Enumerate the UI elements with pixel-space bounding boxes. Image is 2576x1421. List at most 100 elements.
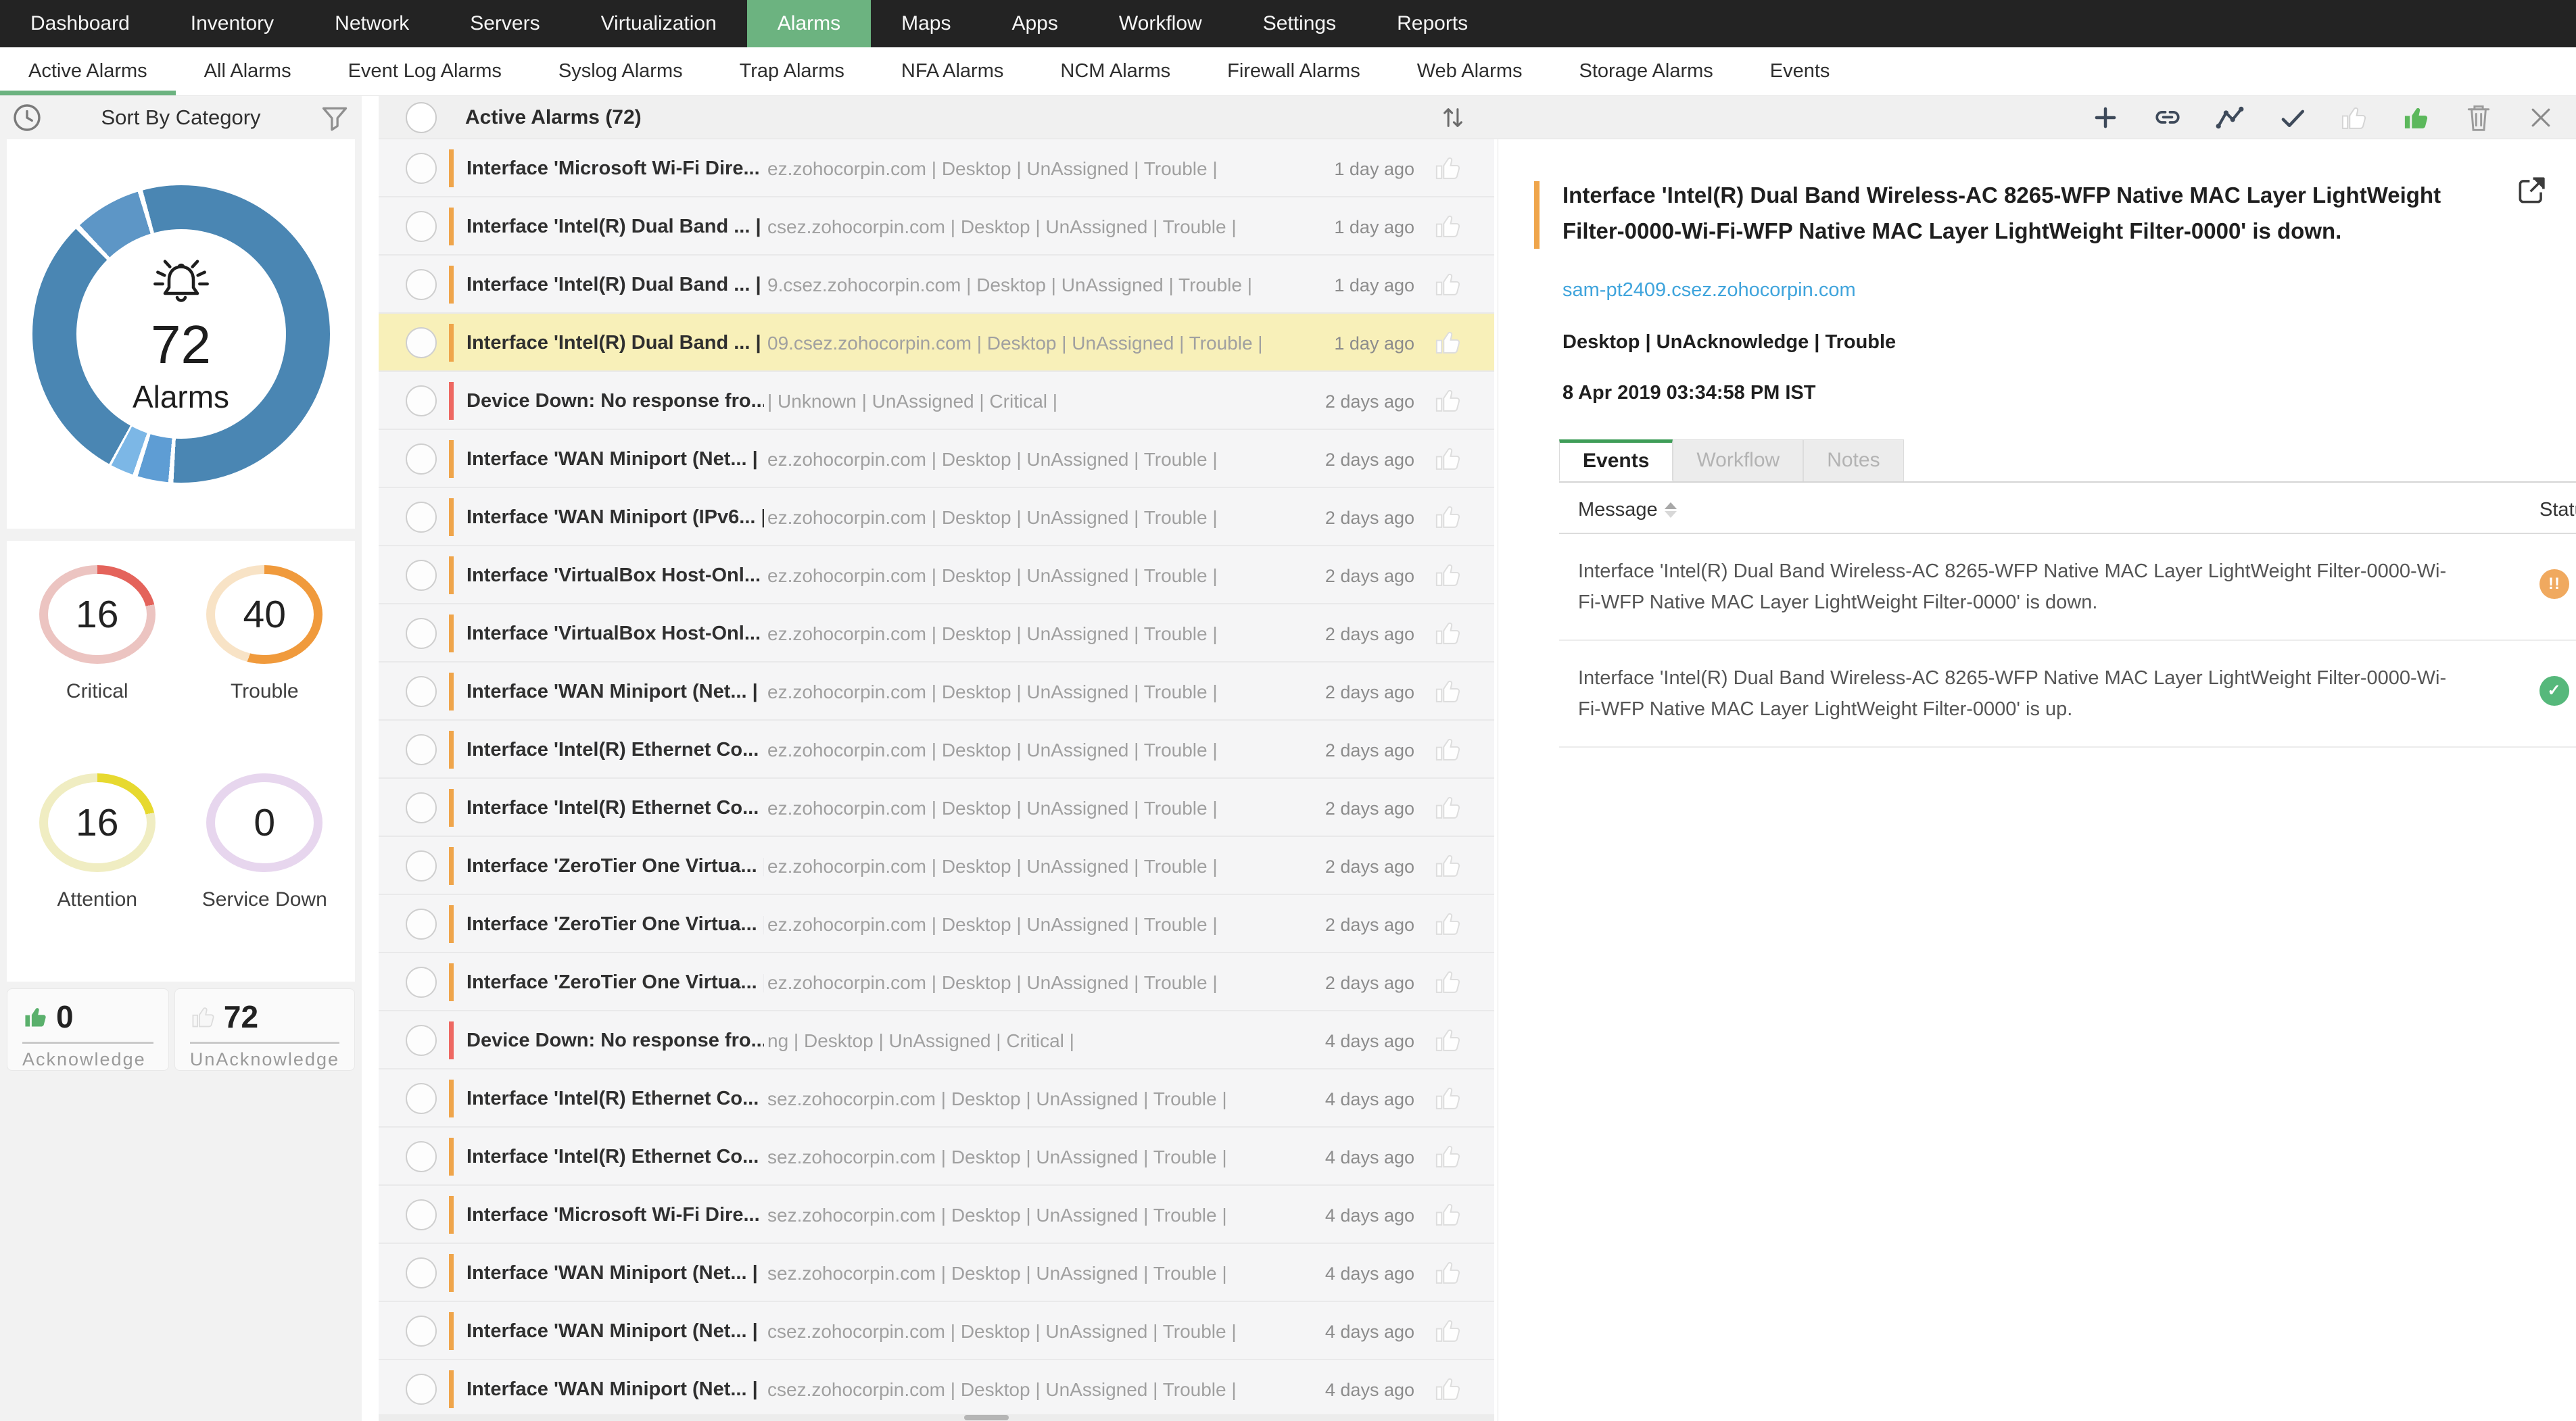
subnav-item[interactable]: Event Log Alarms xyxy=(320,47,530,95)
row-checkbox[interactable] xyxy=(406,327,437,358)
row-thumbs-up-icon[interactable] xyxy=(1433,909,1463,938)
top-nav-item[interactable]: Inventory xyxy=(160,0,304,47)
row-checkbox[interactable] xyxy=(406,153,437,184)
row-checkbox[interactable] xyxy=(406,1257,437,1288)
horizontal-scrollbar-thumb[interactable] xyxy=(964,1415,1009,1420)
row-thumbs-up-icon[interactable] xyxy=(1433,850,1463,880)
row-thumbs-up-icon[interactable] xyxy=(1433,1083,1463,1113)
row-thumbs-up-icon[interactable] xyxy=(1433,560,1463,589)
alarm-row[interactable]: Interface 'VirtualBox Host-Onl... | ez.z… xyxy=(379,546,1494,604)
subnav-item[interactable]: Active Alarms xyxy=(0,47,176,95)
top-nav-item[interactable]: Virtualization xyxy=(571,0,747,47)
subnav-item[interactable]: Events xyxy=(1742,47,1859,95)
row-thumbs-up-icon[interactable] xyxy=(1433,153,1463,183)
link-icon[interactable] xyxy=(2151,101,2184,134)
row-checkbox[interactable] xyxy=(406,618,437,649)
row-checkbox[interactable] xyxy=(406,850,437,882)
alarm-row[interactable]: Interface 'Microsoft Wi-Fi Dire... | sez… xyxy=(379,1186,1494,1244)
row-thumbs-up-icon[interactable] xyxy=(1433,502,1463,531)
alarm-row[interactable]: Interface 'Intel(R) Ethernet Co... | sez… xyxy=(379,1128,1494,1186)
row-checkbox[interactable] xyxy=(406,211,437,242)
row-checkbox[interactable] xyxy=(406,909,437,940)
alarm-row[interactable]: Interface 'Intel(R) Dual Band ... | csez… xyxy=(379,197,1494,256)
top-nav-item[interactable]: Network xyxy=(304,0,439,47)
alarm-row[interactable]: Interface 'Microsoft Wi-Fi Dire... | ez.… xyxy=(379,139,1494,197)
row-checkbox[interactable] xyxy=(406,676,437,707)
row-checkbox[interactable] xyxy=(406,1083,437,1114)
row-thumbs-up-icon[interactable] xyxy=(1433,385,1463,415)
alarm-row[interactable]: Device Down: No response fro... | | Unkn… xyxy=(379,372,1494,430)
alarm-row[interactable]: Interface 'Intel(R) Ethernet Co... | ez.… xyxy=(379,779,1494,837)
row-thumbs-up-icon[interactable] xyxy=(1433,1374,1463,1403)
severity-ring[interactable]: 40 Trouble xyxy=(181,565,349,773)
alarm-row[interactable]: Interface 'WAN Miniport (Net... | sez.zo… xyxy=(379,1244,1494,1302)
event-row[interactable]: Interface 'Intel(R) Dual Band Wireless-A… xyxy=(1559,641,2576,748)
top-nav-item[interactable]: Settings xyxy=(1233,0,1366,47)
row-checkbox[interactable] xyxy=(406,1199,437,1230)
alarm-row[interactable]: Interface 'WAN Miniport (Net... | ez.zoh… xyxy=(379,663,1494,721)
alarm-row[interactable]: Interface 'WAN Miniport (Net... | csez.z… xyxy=(379,1302,1494,1360)
row-checkbox[interactable] xyxy=(406,560,437,591)
subnav-item[interactable]: All Alarms xyxy=(176,47,320,95)
top-nav-item[interactable]: Maps xyxy=(871,0,981,47)
top-nav-item[interactable]: Apps xyxy=(981,0,1088,47)
acknowledge-cell[interactable]: 0 Acknowledge xyxy=(7,988,169,1071)
open-external-icon[interactable] xyxy=(2515,174,2548,207)
detail-tab[interactable]: Workflow xyxy=(1673,439,1804,481)
alarm-row[interactable]: Interface 'Intel(R) Dual Band ... | 9.cs… xyxy=(379,256,1494,314)
subnav-item[interactable]: Syslog Alarms xyxy=(530,47,711,95)
top-nav-item[interactable]: Dashboard xyxy=(0,0,160,47)
alarm-row[interactable]: Interface 'ZeroTier One Virtua... | ez.z… xyxy=(379,953,1494,1011)
top-nav-item[interactable]: Reports xyxy=(1366,0,1498,47)
filter-icon[interactable] xyxy=(318,101,351,134)
alarm-row[interactable]: Device Down: No response fro... | ng | D… xyxy=(379,1011,1494,1069)
add-icon[interactable] xyxy=(2089,101,2122,134)
alarm-row[interactable]: Interface 'Intel(R) Ethernet Co... | ez.… xyxy=(379,721,1494,779)
top-nav-item[interactable]: Servers xyxy=(439,0,570,47)
event-row[interactable]: Interface 'Intel(R) Dual Band Wireless-A… xyxy=(1559,534,2576,641)
history-clock-icon[interactable] xyxy=(11,101,43,134)
row-checkbox[interactable] xyxy=(406,1141,437,1172)
top-nav-item[interactable]: Alarms xyxy=(746,0,872,47)
row-thumbs-up-icon[interactable] xyxy=(1433,1316,1463,1345)
check-icon[interactable] xyxy=(2276,101,2308,134)
delete-trash-icon[interactable] xyxy=(2462,101,2495,134)
row-thumbs-up-icon[interactable] xyxy=(1433,269,1463,299)
severity-ring[interactable]: 0 Service Down xyxy=(181,773,349,982)
subnav-item[interactable]: Firewall Alarms xyxy=(1199,47,1389,95)
unacknowledge-thumb-icon[interactable] xyxy=(2338,101,2370,134)
subnav-item[interactable]: Trap Alarms xyxy=(711,47,873,95)
row-checkbox[interactable] xyxy=(406,1374,437,1405)
alarms-category-donut[interactable]: 72 Alarms xyxy=(32,185,330,483)
row-thumbs-up-icon[interactable] xyxy=(1433,1025,1463,1055)
row-checkbox[interactable] xyxy=(406,734,437,765)
acknowledge-thumb-icon[interactable] xyxy=(2400,101,2433,134)
subnav-item[interactable]: Web Alarms xyxy=(1389,47,1551,95)
unacknowledge-cell[interactable]: 72 UnAcknowledge xyxy=(174,988,355,1071)
detail-tab[interactable]: Events xyxy=(1559,439,1673,481)
row-checkbox[interactable] xyxy=(406,792,437,823)
device-link[interactable]: sam-pt2409.csez.zohocorpin.com xyxy=(1563,279,2576,302)
detail-tab[interactable]: Notes xyxy=(1803,439,1904,481)
alarm-row[interactable]: Interface 'Intel(R) Dual Band ... | 09.c… xyxy=(379,314,1494,372)
row-checkbox[interactable] xyxy=(406,1025,437,1056)
select-all-checkbox[interactable] xyxy=(406,102,437,133)
alarm-row[interactable]: Interface 'ZeroTier One Virtua... | ez.z… xyxy=(379,837,1494,895)
alarm-row[interactable]: Interface 'Intel(R) Ethernet Co... | sez… xyxy=(379,1069,1494,1128)
row-checkbox[interactable] xyxy=(406,1316,437,1347)
row-thumbs-up-icon[interactable] xyxy=(1433,1199,1463,1229)
row-thumbs-up-icon[interactable] xyxy=(1433,792,1463,822)
alarm-row[interactable]: Interface 'WAN Miniport (IPv6... | ez.zo… xyxy=(379,488,1494,546)
row-thumbs-up-icon[interactable] xyxy=(1433,327,1463,357)
subnav-item[interactable]: NFA Alarms xyxy=(873,47,1032,95)
row-thumbs-up-icon[interactable] xyxy=(1433,443,1463,473)
subnav-item[interactable]: Storage Alarms xyxy=(1551,47,1742,95)
row-thumbs-up-icon[interactable] xyxy=(1433,967,1463,996)
row-thumbs-up-icon[interactable] xyxy=(1433,618,1463,648)
subnav-item[interactable]: NCM Alarms xyxy=(1032,47,1199,95)
alarm-row[interactable]: Interface 'WAN Miniport (Net... | csez.z… xyxy=(379,1360,1494,1418)
row-checkbox[interactable] xyxy=(406,269,437,300)
severity-ring[interactable]: 16 Critical xyxy=(14,565,181,773)
row-checkbox[interactable] xyxy=(406,385,437,416)
row-checkbox[interactable] xyxy=(406,502,437,533)
